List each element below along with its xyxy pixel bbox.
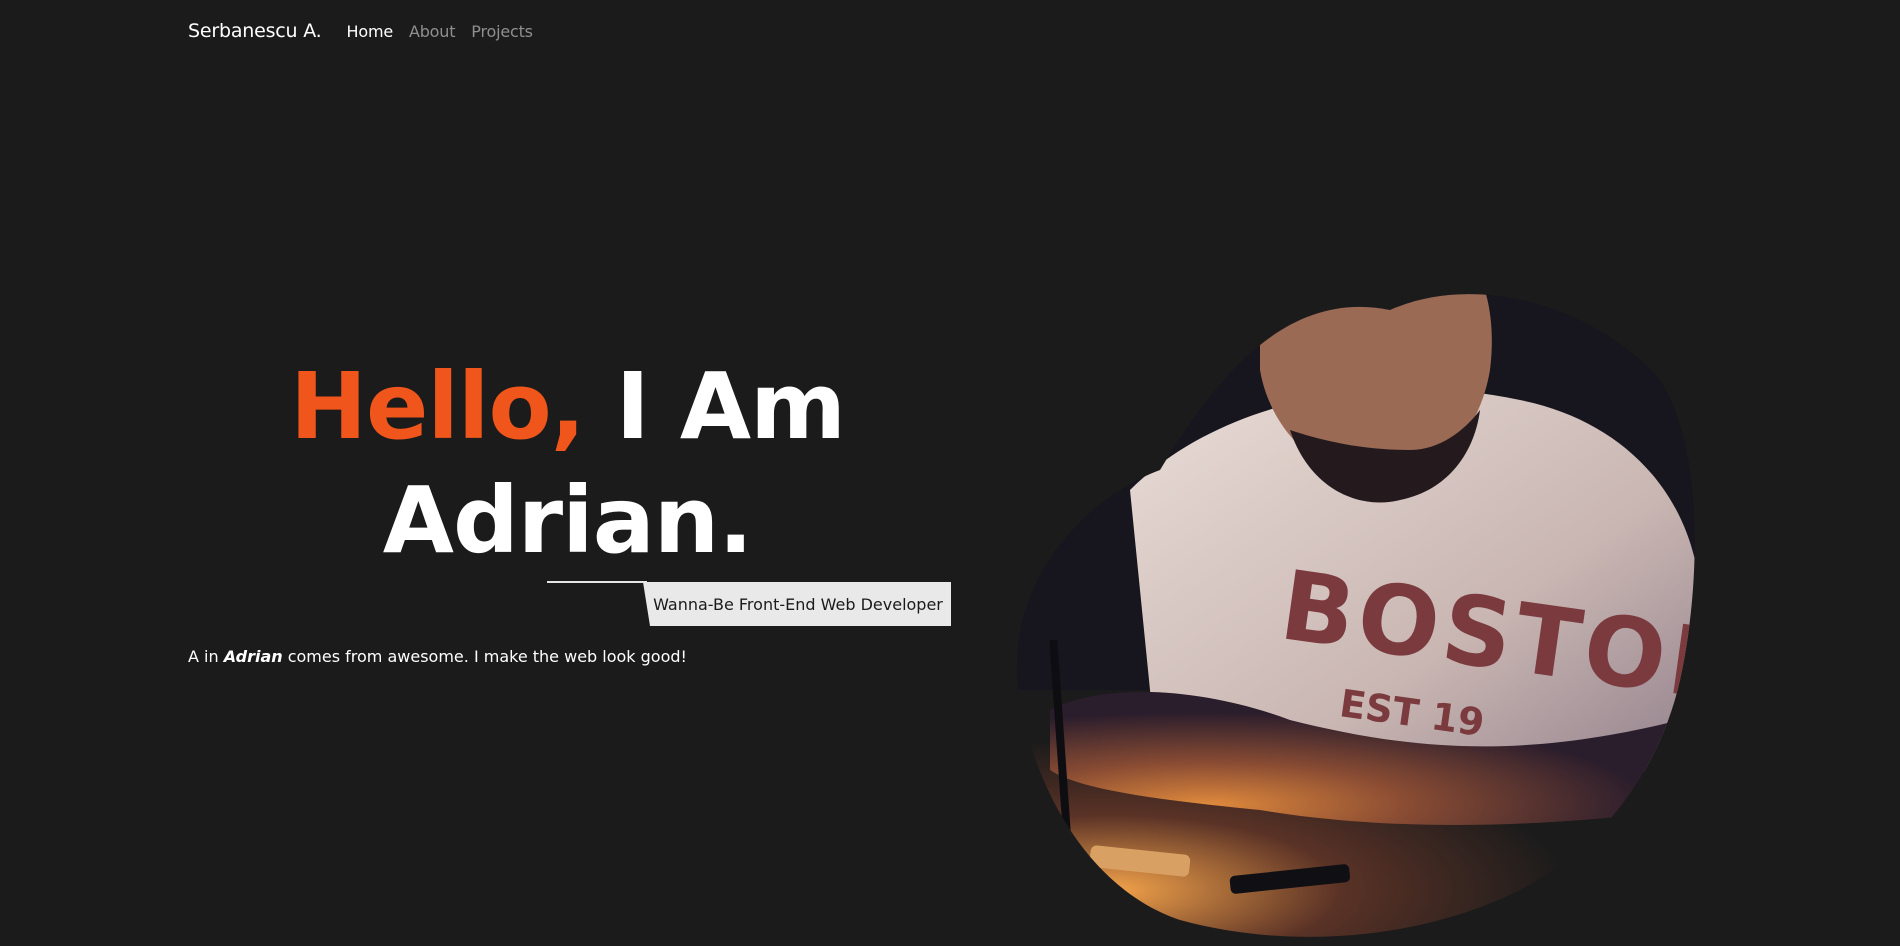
portrait-photo: BOSTON EST 19	[960, 70, 1720, 940]
brand-link[interactable]: Serbanescu A.	[188, 20, 322, 42]
nav-link-projects[interactable]: Projects	[471, 22, 533, 41]
nav-link-home[interactable]: Home	[347, 22, 394, 41]
hero-tagline: A in Adrian comes from awesome. I make t…	[188, 647, 687, 666]
hero-subtitle: Wanna-Be Front-End Web Developer	[653, 594, 943, 614]
hero-name: Adrian.	[382, 467, 753, 574]
hero-title-rest: I Am	[615, 353, 846, 460]
tagline-name: Adrian	[223, 647, 283, 666]
nav-link-about[interactable]: About	[409, 22, 456, 41]
page: Serbanescu A. Home About Projects Hello,…	[0, 0, 1900, 946]
hero-greeting: Hello,	[290, 353, 586, 460]
subtitle-divider	[547, 581, 647, 583]
tagline-suffix: comes from awesome. I make the web look …	[287, 647, 687, 666]
hero-title: Hello, I Am Adrian.	[200, 350, 935, 578]
navbar: Serbanescu A. Home About Projects	[188, 16, 549, 46]
tagline-prefix: A in	[188, 647, 219, 666]
